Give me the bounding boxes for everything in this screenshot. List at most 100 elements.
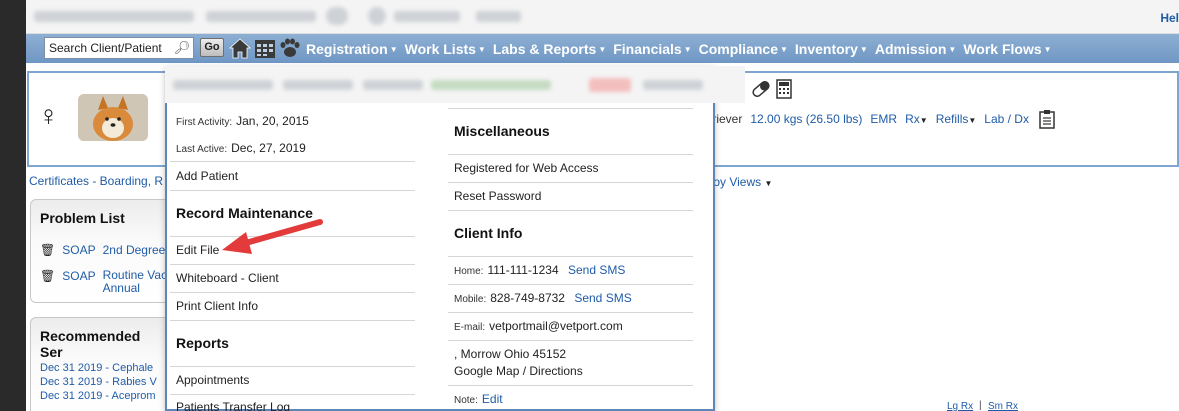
add-patient-link[interactable]: Add Patient bbox=[176, 169, 238, 183]
caret-down-icon: ▼ bbox=[948, 45, 957, 55]
menu-label: Inventory bbox=[794, 40, 858, 57]
google-map-link[interactable]: Google Map / Directions bbox=[454, 364, 583, 378]
patient-photo[interactable] bbox=[78, 94, 148, 141]
caret-down-icon: ▼ bbox=[919, 116, 928, 125]
reports-heading: Reports bbox=[176, 335, 229, 351]
blurred-date bbox=[363, 80, 423, 90]
caret-down-icon: ▼ bbox=[389, 45, 398, 55]
menu-inventory[interactable]: Inventory ▼ bbox=[795, 41, 868, 57]
blurred-user-name bbox=[394, 11, 460, 22]
miscellaneous-heading: Miscellaneous bbox=[454, 123, 550, 139]
blurred-account bbox=[643, 80, 703, 90]
rx-label: Rx bbox=[905, 112, 920, 126]
menu-admission[interactable]: Admission ▼ bbox=[875, 41, 957, 57]
red-arrow-annotation bbox=[222, 219, 323, 254]
pill-icon[interactable] bbox=[750, 79, 772, 99]
lg-rx-link[interactable]: Lg Rx bbox=[947, 401, 973, 411]
patients-transfer-log-link[interactable]: Patients Transfer Log bbox=[176, 400, 290, 411]
caret-down-icon: ▼ bbox=[764, 179, 773, 188]
note-edit-link[interactable]: Edit bbox=[482, 392, 503, 406]
blurred-avatar bbox=[326, 7, 348, 25]
first-activity-row: First Activity: Jan, 20, 2015 bbox=[176, 114, 309, 128]
popup-blurred-header bbox=[165, 66, 745, 103]
certificates-link[interactable]: Certificates - Boarding, R bbox=[29, 174, 163, 188]
trash-icon[interactable]: 🗑︎ bbox=[40, 243, 55, 257]
blurred-client-name bbox=[173, 80, 273, 90]
menu-registration[interactable]: Registration ▼ bbox=[306, 41, 398, 57]
problem-list-panel: Problem List 🗑︎ SOAP 2nd Degree 🗑︎ SOAP … bbox=[30, 199, 170, 303]
menu-label: Work Flows bbox=[963, 40, 1042, 57]
calendar-icon[interactable] bbox=[253, 37, 277, 59]
soap-link[interactable]: SOAP bbox=[62, 243, 95, 257]
recommended-item[interactable]: Dec 31 2019 - Rabies V bbox=[40, 375, 157, 389]
search-input[interactable] bbox=[45, 41, 173, 55]
appointments-link[interactable]: Appointments bbox=[176, 373, 249, 387]
blurred-patient bbox=[283, 80, 353, 90]
client-info-heading: Client Info bbox=[454, 225, 523, 241]
mobile-phone-row: Mobile: 828-749-8732 Send SMS bbox=[454, 291, 632, 305]
soap-link[interactable]: SOAP bbox=[62, 269, 95, 295]
emr-link[interactable]: EMR bbox=[870, 112, 897, 126]
blurred-user-icon bbox=[368, 7, 386, 25]
last-active-label: Last Active: bbox=[176, 144, 228, 155]
problem-text[interactable]: 2nd Degree bbox=[103, 243, 166, 257]
divider bbox=[448, 210, 693, 211]
divider bbox=[170, 366, 415, 367]
lab-dx-link[interactable]: Lab / Dx bbox=[984, 112, 1029, 126]
go-button[interactable]: Go bbox=[200, 38, 224, 57]
views-label: lloy Views bbox=[708, 175, 762, 189]
menu-labs-reports[interactable]: Labs & Reports ▼ bbox=[493, 41, 606, 57]
print-client-info-link[interactable]: Print Client Info bbox=[176, 299, 258, 313]
registered-web-access-text: Registered for Web Access bbox=[454, 161, 599, 175]
menu-compliance[interactable]: Compliance ▼ bbox=[699, 41, 788, 57]
whiteboard-client-link[interactable]: Whiteboard - Client bbox=[176, 271, 279, 285]
email-row: E-mail: vetportmail@vetport.com bbox=[454, 319, 623, 333]
problem-item: 🗑︎ SOAP 2nd Degree bbox=[40, 243, 165, 257]
recommended-item[interactable]: Dec 31 2019 - Cephale bbox=[40, 361, 153, 375]
send-sms-mobile-link[interactable]: Send SMS bbox=[574, 291, 631, 305]
trash-icon[interactable]: 🗑︎ bbox=[40, 269, 55, 295]
divider bbox=[448, 182, 693, 183]
search-field[interactable]: 🔎︎ bbox=[44, 37, 194, 59]
recommended-item[interactable]: Dec 31 2019 - Aceprom bbox=[40, 389, 156, 403]
divider bbox=[170, 161, 415, 162]
views-menu[interactable]: lloy Views ▼ bbox=[708, 175, 772, 189]
footer-divider: | bbox=[979, 400, 982, 411]
home-phone: 111-111-1234 bbox=[487, 263, 559, 277]
refills-label: Refills bbox=[935, 112, 969, 126]
calculator-icon[interactable] bbox=[776, 79, 792, 99]
home-label: Home: bbox=[454, 266, 484, 277]
paw-icon[interactable] bbox=[278, 37, 302, 59]
last-active-row: Last Active: Dec, 27, 2019 bbox=[176, 141, 306, 155]
menu-financials[interactable]: Financials ▼ bbox=[613, 41, 691, 57]
problem-item: 🗑︎ SOAP Routine Vac Annual bbox=[40, 269, 167, 295]
caret-down-icon: ▼ bbox=[477, 45, 486, 55]
menu-work-lists[interactable]: Work Lists ▼ bbox=[405, 41, 486, 57]
blurred-alert bbox=[589, 78, 631, 92]
patient-info-row: triever 12.00 kgs (26.50 lbs) EMR Rx▼ Re… bbox=[709, 109, 1057, 129]
caret-down-icon: ▼ bbox=[1043, 45, 1052, 55]
divider bbox=[448, 256, 693, 257]
search-icon[interactable]: 🔎︎ bbox=[173, 40, 191, 56]
first-activity-value: Jan, 20, 2015 bbox=[236, 114, 309, 128]
divider bbox=[170, 264, 415, 265]
edit-file-link[interactable]: Edit File bbox=[176, 243, 219, 257]
home-icon[interactable] bbox=[228, 37, 252, 59]
refills-menu[interactable]: Refills▼ bbox=[936, 112, 977, 126]
menu-work-flows[interactable]: Work Flows ▼ bbox=[963, 41, 1051, 57]
blurred-date bbox=[206, 11, 316, 22]
sm-rx-link[interactable]: Sm Rx bbox=[988, 401, 1018, 411]
send-sms-home-link[interactable]: Send SMS bbox=[568, 263, 625, 277]
recommended-title: Recommended Ser bbox=[40, 328, 141, 360]
help-link[interactable]: Hel bbox=[1160, 11, 1179, 25]
problem-text[interactable]: Routine Vac Annual bbox=[103, 269, 167, 295]
divider bbox=[448, 108, 693, 109]
first-activity-label: First Activity: bbox=[176, 117, 233, 128]
divider bbox=[448, 312, 693, 313]
dog-photo-image bbox=[78, 94, 148, 141]
divider bbox=[170, 292, 415, 293]
weight-link[interactable]: 12.00 kgs (26.50 lbs) bbox=[750, 112, 862, 126]
clipboard-icon[interactable] bbox=[1037, 109, 1057, 129]
reset-password-link[interactable]: Reset Password bbox=[454, 189, 541, 203]
rx-menu[interactable]: Rx▼ bbox=[905, 112, 928, 126]
